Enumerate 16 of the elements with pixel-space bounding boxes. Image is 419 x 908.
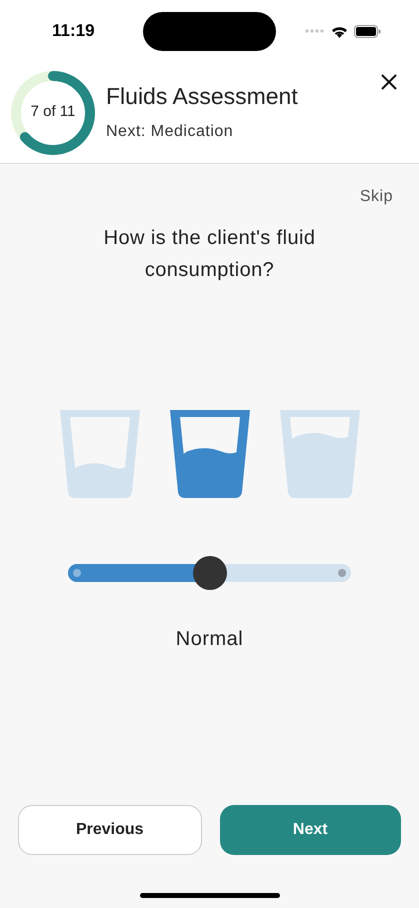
next-button[interactable]: Next (220, 805, 401, 855)
status-time: 11:19 (52, 21, 95, 41)
battery-icon (354, 24, 381, 38)
close-icon[interactable] (381, 74, 397, 90)
question-text: How is the client's fluid consumption? (102, 226, 316, 283)
selected-value-label: Normal (174, 628, 244, 651)
signal-icon (304, 29, 325, 33)
wifi-icon (330, 24, 348, 38)
progress-label: 7 of 11 (30, 103, 76, 120)
previous-button[interactable]: Previous (18, 805, 202, 855)
track-dot (338, 569, 346, 577)
skip-link[interactable]: Skip (360, 188, 393, 206)
slider-thumb[interactable] (192, 556, 226, 590)
screen-title: Fluids Assessment (106, 83, 299, 110)
water-glass-icon[interactable] (170, 410, 250, 498)
next-section-label: Next: Medication (106, 123, 234, 141)
